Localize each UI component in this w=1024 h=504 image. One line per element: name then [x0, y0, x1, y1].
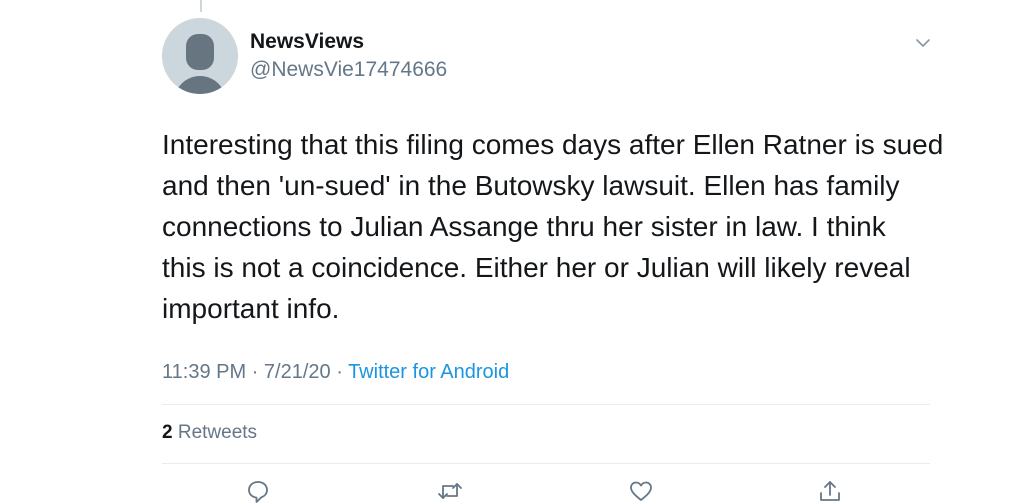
author-display-name[interactable]: NewsViews	[250, 30, 364, 54]
tweet-date[interactable]: 7/21/20	[264, 361, 331, 383]
avatar-body	[174, 76, 226, 94]
retweet-icon[interactable]	[437, 478, 463, 504]
divider	[162, 404, 930, 405]
default-avatar-icon[interactable]	[162, 18, 238, 94]
heart-icon[interactable]	[628, 478, 654, 504]
meta-separator: ·	[246, 361, 264, 383]
meta-separator: ·	[330, 361, 349, 383]
reply-icon[interactable]	[245, 478, 271, 504]
author-handle[interactable]: @NewsVie17474666	[250, 58, 447, 82]
tweet-metadata: 11:39 PM · 7/21/20 · Twitter for Android	[162, 361, 509, 384]
divider	[162, 463, 930, 464]
tweet-time[interactable]: 11:39 PM	[162, 361, 246, 383]
tweet-source-link[interactable]: Twitter for Android	[348, 361, 509, 383]
tweet-text: Interesting that this filing comes days …	[162, 129, 944, 324]
retweet-stat[interactable]: 2 Retweets	[162, 422, 257, 444]
share-icon[interactable]	[817, 478, 843, 504]
chevron-down-icon[interactable]	[914, 36, 932, 50]
thread-connector-line	[200, 0, 202, 12]
retweet-count: 2	[162, 422, 173, 443]
retweet-label: Retweets	[177, 422, 258, 443]
avatar-head	[186, 34, 214, 70]
